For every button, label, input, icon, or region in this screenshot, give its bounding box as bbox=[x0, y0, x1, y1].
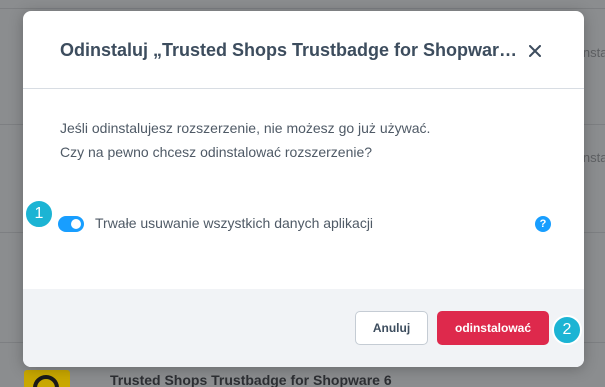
message-line: Jeśli odinstalujesz rozszerzenie, nie mo… bbox=[60, 120, 431, 136]
modal-title: Odinstaluj „Trusted Shops Trustbadge for… bbox=[60, 40, 526, 60]
trustbadge-logo-icon bbox=[33, 375, 59, 387]
step-marker-1: 1 bbox=[24, 199, 54, 229]
plugin-title: Trusted Shops Trustbadge for Shopware 6 bbox=[110, 372, 392, 387]
close-icon bbox=[529, 45, 541, 57]
uninstall-button[interactable]: odinstalować bbox=[437, 311, 549, 345]
modal-body: Jeśli odinstalujesz rozszerzenie, nie mo… bbox=[23, 90, 584, 289]
message-line: Czy na pewno chcesz odinstalować rozszer… bbox=[60, 144, 373, 160]
divider bbox=[0, 8, 605, 9]
step-marker-2: 2 bbox=[552, 315, 582, 345]
uninstall-modal: Odinstaluj „Trusted Shops Trustbadge for… bbox=[23, 11, 584, 367]
close-button[interactable] bbox=[523, 39, 547, 63]
toggle-knob bbox=[71, 219, 81, 229]
cancel-button[interactable]: Anuluj bbox=[355, 311, 428, 345]
modal-header: Odinstaluj „Trusted Shops Trustbadge for… bbox=[23, 11, 584, 89]
delete-data-toggle[interactable] bbox=[58, 216, 84, 232]
modal-footer: Anuluj odinstalować bbox=[23, 289, 584, 367]
plugin-logo bbox=[24, 370, 70, 387]
help-icon[interactable]: ? bbox=[535, 216, 551, 232]
delete-data-toggle-label: Trwałe usuwanie wszystkich danych aplika… bbox=[95, 215, 374, 231]
